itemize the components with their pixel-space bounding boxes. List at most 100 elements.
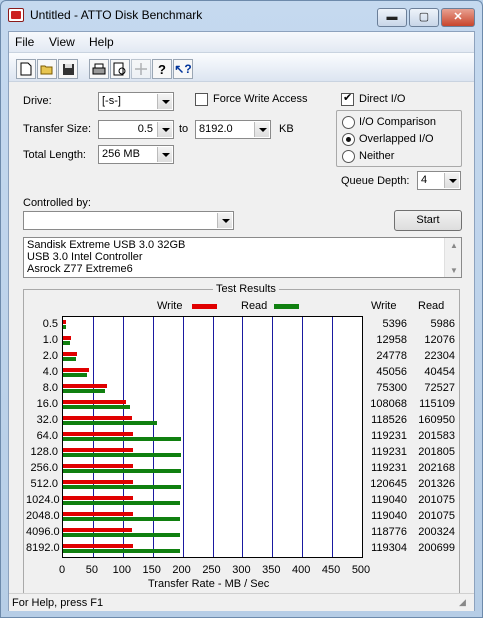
write-bar [63, 352, 78, 356]
force-write-checkbox[interactable] [195, 93, 208, 106]
write-bar [63, 496, 133, 500]
direct-io-checkbox[interactable] [341, 91, 354, 106]
print-preview-button[interactable] [110, 59, 130, 79]
x-tick-label: 100 [112, 564, 131, 576]
open-button[interactable] [37, 59, 57, 79]
write-value: 119040 [371, 494, 407, 506]
read-column-header: Read [418, 300, 445, 312]
write-value: 12958 [376, 334, 407, 346]
x-tick-label: 400 [292, 564, 311, 576]
description-scrollbar[interactable]: ▲ ▼ [444, 238, 461, 277]
io-comparison-label: I/O Comparison [359, 116, 437, 128]
transfer-to-value: 8192.0 [199, 123, 233, 135]
neither-radio[interactable] [342, 150, 355, 163]
print-button[interactable] [89, 59, 109, 79]
minimize-icon: ▬ [386, 11, 398, 23]
read-bar [63, 485, 181, 489]
transfer-size-row-label: 8.0 [42, 382, 58, 394]
x-axis-label: Transfer Rate - MB / Sec [148, 578, 270, 590]
transfer-size-to-select[interactable]: 8192.0 [195, 120, 271, 139]
title-bar: Untitled - ATTO Disk Benchmark ▬ ▢ ✕ [1, 1, 482, 29]
legend-read-swatch [274, 304, 299, 309]
read-value: 201326 [418, 478, 455, 490]
maximize-button[interactable]: ▢ [409, 8, 439, 27]
read-bar [63, 437, 181, 441]
write-value: 119231 [371, 430, 407, 442]
transfer-from-value: 0.5 [137, 123, 153, 135]
close-button[interactable]: ✕ [441, 8, 475, 27]
gridline [332, 317, 333, 557]
write-value: 120645 [370, 478, 407, 490]
queue-depth-select[interactable]: 4 [417, 171, 461, 190]
total-length-select[interactable]: 256 MB [98, 145, 174, 164]
menu-view[interactable]: View [49, 35, 75, 49]
gridline [242, 317, 243, 557]
drive-label: Drive: [23, 95, 52, 107]
description-box[interactable]: Sandisk Extreme USB 3.0 32GB USB 3.0 Int… [23, 237, 462, 278]
io-comparison-radio[interactable] [342, 116, 355, 129]
read-bar [63, 549, 181, 553]
minimize-button[interactable]: ▬ [377, 8, 407, 27]
print-icon [92, 63, 106, 74]
description-line-2: USB 3.0 Intel Controller [27, 251, 143, 263]
transfer-size-row-label: 1024.0 [26, 494, 60, 506]
write-value: 119231 [371, 462, 407, 474]
drive-value: [-s-] [102, 95, 121, 107]
start-button[interactable]: Start [394, 210, 462, 231]
read-value: 40454 [424, 366, 455, 378]
kb-label: KB [279, 123, 294, 135]
open-folder-icon [40, 65, 53, 75]
maximize-icon: ▢ [418, 11, 430, 23]
transfer-size-row-label: 1.0 [42, 334, 58, 346]
read-bar [63, 341, 71, 345]
controlled-by-select[interactable] [23, 211, 234, 230]
read-bar [63, 469, 182, 473]
new-file-icon [20, 62, 32, 76]
write-value: 119231 [371, 446, 407, 458]
x-tick-label: 500 [351, 564, 371, 576]
write-bar [63, 544, 133, 548]
read-value: 200699 [418, 542, 455, 554]
menu-help[interactable]: Help [89, 35, 114, 49]
write-value: 118776 [371, 526, 407, 538]
transfer-size-row-label: 128.0 [30, 446, 58, 458]
read-value: 160950 [418, 414, 455, 426]
x-tick-label: 300 [232, 564, 251, 576]
move-button[interactable] [131, 59, 151, 79]
app-window: Untitled - ATTO Disk Benchmark ▬ ▢ ✕ Fil… [0, 0, 483, 618]
write-column-header: Write [371, 300, 397, 312]
x-tick-label: 50 [85, 564, 99, 576]
write-bar [63, 480, 134, 484]
drive-select[interactable]: [-s-] [98, 92, 174, 111]
help-button[interactable]: ? [152, 59, 172, 79]
resize-grip-icon[interactable]: ◢ [459, 597, 466, 608]
read-bar [63, 325, 67, 329]
print-preview-icon [113, 62, 126, 76]
chart-plot-area [62, 316, 363, 558]
neither-label: Neither [359, 150, 395, 162]
x-tick-label: 250 [202, 564, 221, 576]
to-label: to [179, 123, 189, 135]
transfer-size-row-label: 0.5 [42, 318, 58, 330]
read-value: 72527 [424, 382, 455, 394]
menu-file[interactable]: File [15, 35, 34, 49]
write-bar [63, 400, 127, 404]
overlapped-io-label: Overlapped I/O [359, 133, 434, 145]
read-bar [63, 373, 87, 377]
transfer-size-from-select[interactable]: 0.5 [98, 120, 174, 139]
read-value: 201583 [418, 430, 455, 442]
x-tick-label: 150 [142, 564, 161, 576]
gridline [183, 317, 184, 557]
read-bar [63, 533, 180, 537]
context-help-button[interactable]: ↖? [173, 59, 193, 79]
transfer-size-row-label: 32.0 [36, 414, 58, 426]
menu-bar: File View Help [9, 32, 474, 52]
new-file-button[interactable] [16, 59, 36, 79]
transfer-size-row-label: 512.0 [30, 478, 58, 490]
write-bar [63, 528, 133, 532]
gridline [272, 317, 273, 557]
save-button[interactable] [58, 59, 78, 79]
overlapped-io-radio[interactable] [342, 133, 355, 146]
transfer-size-label: Transfer Size: [23, 123, 92, 135]
chevron-down-icon [157, 147, 172, 162]
